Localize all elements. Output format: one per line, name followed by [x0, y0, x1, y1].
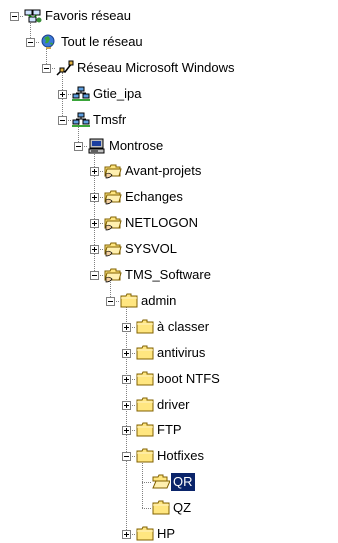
tree-item-boot-ntfs[interactable]: boot NTFS: [155, 370, 222, 388]
collapse-toggle[interactable]: [26, 38, 35, 47]
globe-icon: [40, 34, 58, 50]
expand-toggle[interactable]: [122, 426, 131, 435]
expand-toggle[interactable]: [90, 219, 99, 228]
minus-icon: [60, 120, 65, 121]
expand-toggle[interactable]: [122, 375, 131, 384]
collapse-toggle[interactable]: [106, 297, 115, 306]
tree-item-echanges[interactable]: Echanges: [123, 188, 185, 206]
workgroup-icon: [72, 112, 90, 128]
tree-item-a-classer[interactable]: à classer: [155, 318, 211, 336]
tree-line: [126, 305, 127, 534]
plus-icon-stroke: [94, 195, 95, 200]
folder-icon: [136, 371, 154, 387]
folder-icon: [136, 319, 154, 335]
tree-item-reseau-microsoft-windows[interactable]: Réseau Microsoft Windows: [75, 59, 237, 77]
workgroup-icon: [72, 86, 90, 102]
expand-toggle[interactable]: [90, 193, 99, 202]
tree-item-tout-le-reseau[interactable]: Tout le réseau: [59, 33, 145, 51]
minus-icon: [28, 42, 33, 43]
minus-icon: [12, 16, 17, 17]
tree-item-hp[interactable]: HP: [155, 525, 177, 543]
plus-icon-stroke: [94, 221, 95, 226]
shared-folder-icon: [104, 163, 122, 179]
tree-item-admin[interactable]: admin: [139, 292, 178, 310]
tree-item-driver[interactable]: driver: [155, 396, 192, 414]
folder-icon: [152, 500, 170, 516]
plus-icon-stroke: [126, 532, 127, 537]
folder-icon: [136, 397, 154, 413]
tree-item-qr[interactable]: QR: [171, 473, 195, 491]
minus-icon: [124, 456, 129, 457]
open-folder-icon: [152, 474, 170, 490]
tree-line: [142, 482, 151, 483]
computer-icon: [88, 138, 106, 154]
folder-icon: [120, 293, 138, 309]
shared-folder-icon: [104, 189, 122, 205]
minus-icon: [108, 301, 113, 302]
plus-icon-stroke: [62, 92, 63, 97]
expand-toggle[interactable]: [122, 530, 131, 539]
plus-icon-stroke: [94, 247, 95, 252]
expand-toggle[interactable]: [58, 90, 67, 99]
expand-toggle[interactable]: [122, 401, 131, 410]
tree-item-ftp[interactable]: FTP: [155, 421, 184, 439]
folder-icon: [136, 448, 154, 464]
collapse-toggle[interactable]: [90, 271, 99, 280]
plus-icon-stroke: [126, 325, 127, 330]
tree-item-gtie-ipa[interactable]: Gtie_ipa: [91, 85, 143, 103]
folder-tree: Favoris réseau Tout le réseau Réseau Micro…: [0, 0, 338, 542]
folder-icon: [136, 422, 154, 438]
plus-icon-stroke: [126, 428, 127, 433]
folder-icon: [136, 526, 154, 542]
tree-line: [142, 508, 151, 509]
tree-item-avant-projets[interactable]: Avant-projets: [123, 162, 203, 180]
plus-icon-stroke: [126, 377, 127, 382]
network-icon: [56, 60, 74, 76]
collapse-toggle[interactable]: [74, 142, 83, 151]
plus-icon-stroke: [126, 403, 127, 408]
plus-icon-stroke: [94, 169, 95, 174]
collapse-toggle[interactable]: [42, 64, 51, 73]
tree-item-tmsfr[interactable]: Tmsfr: [91, 111, 128, 129]
tree-item-tms-software[interactable]: TMS_Software: [123, 266, 213, 284]
tree-item-montrose[interactable]: Montrose: [107, 137, 165, 155]
minus-icon: [92, 275, 97, 276]
tree-item-hotfixes[interactable]: Hotfixes: [155, 447, 206, 465]
expand-toggle[interactable]: [90, 245, 99, 254]
minus-icon: [76, 146, 81, 147]
collapse-toggle[interactable]: [58, 116, 67, 125]
tree-item-qz[interactable]: QZ: [171, 499, 193, 517]
collapse-toggle[interactable]: [10, 12, 19, 21]
plus-icon-stroke: [126, 351, 127, 356]
network-places-icon: [24, 8, 42, 24]
minus-icon: [44, 68, 49, 69]
tree-item-sysvol[interactable]: SYSVOL: [123, 240, 179, 258]
expand-toggle[interactable]: [90, 167, 99, 176]
tree-item-antivirus[interactable]: antivirus: [155, 344, 207, 362]
tree-line: [142, 460, 143, 508]
tree-item-favoris-reseau[interactable]: Favoris réseau: [43, 7, 133, 25]
tree-item-netlogon[interactable]: NETLOGON: [123, 214, 200, 232]
shared-folder-icon: [104, 267, 122, 283]
collapse-toggle[interactable]: [122, 452, 131, 461]
shared-folder-icon: [104, 215, 122, 231]
shared-folder-icon: [104, 241, 122, 257]
expand-toggle[interactable]: [122, 323, 131, 332]
folder-icon: [136, 345, 154, 361]
expand-toggle[interactable]: [122, 349, 131, 358]
